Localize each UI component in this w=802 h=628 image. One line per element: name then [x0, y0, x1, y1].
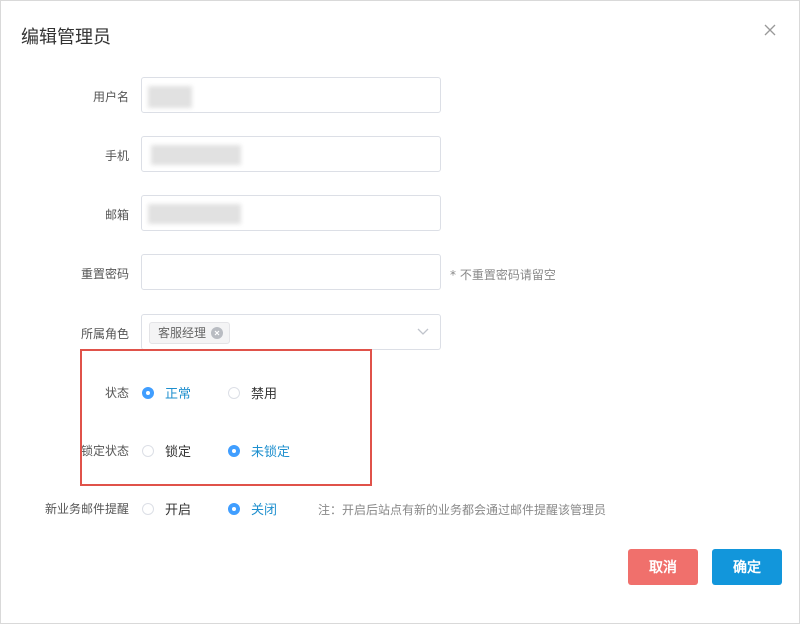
tag-remove-icon[interactable]	[211, 327, 224, 339]
edit-admin-dialog: 编辑管理员 用户名 手机 邮箱 重置密码 * 不重置密码请留空 所属角色 客服经…	[0, 0, 800, 624]
radio-checked-icon	[142, 386, 154, 399]
confirm-button[interactable]: 确定	[712, 549, 782, 585]
dialog-title: 编辑管理员	[21, 27, 111, 48]
lock-option-label: 未锁定	[251, 445, 291, 460]
phone-label: 手机	[104, 149, 129, 163]
reset-password-label: 重置密码	[80, 267, 129, 281]
redacted-username	[148, 86, 192, 108]
username-label: 用户名	[92, 90, 129, 104]
role-label: 所属角色	[80, 327, 129, 341]
status-label: 状态	[104, 386, 129, 400]
redacted-phone	[151, 145, 241, 165]
notify-option-on[interactable]: 开启	[142, 499, 191, 518]
status-option-label: 禁用	[251, 387, 278, 402]
radio-unchecked-icon	[142, 502, 154, 515]
status-option-normal[interactable]: 正常	[142, 383, 191, 402]
role-select[interactable]: 客服经理	[141, 314, 441, 350]
radio-checked-icon	[228, 444, 240, 457]
cancel-button[interactable]: 取消	[628, 549, 698, 585]
radio-checked-icon	[228, 502, 240, 515]
radio-unchecked-icon	[228, 386, 240, 399]
email-notify-label: 新业务邮件提醒	[44, 502, 129, 516]
role-tag: 客服经理	[149, 322, 231, 344]
radio-unchecked-icon	[142, 444, 154, 457]
reset-password-hint: * 不重置密码请留空	[450, 268, 556, 282]
close-icon[interactable]	[763, 23, 777, 37]
status-option-label: 正常	[165, 387, 192, 402]
lock-option-locked[interactable]: 锁定	[142, 441, 191, 460]
lock-option-label: 锁定	[165, 445, 192, 460]
notify-option-label: 开启	[165, 503, 192, 518]
close-button[interactable]	[763, 23, 783, 43]
notify-option-label: 关闭	[251, 503, 278, 518]
redacted-email	[148, 204, 241, 224]
lock-status-label: 锁定状态	[80, 444, 129, 458]
chevron-down-icon	[417, 328, 429, 335]
lock-option-unlocked[interactable]: 未锁定	[228, 441, 290, 460]
highlight-annotation-box	[80, 349, 372, 486]
notify-option-off[interactable]: 关闭	[228, 499, 277, 518]
email-notify-note: 注：开启后站点有新的业务都会通过邮件提醒该管理员	[318, 503, 607, 517]
role-tag-label: 客服经理	[158, 326, 207, 340]
status-option-disabled[interactable]: 禁用	[228, 383, 277, 402]
reset-password-input[interactable]	[141, 254, 441, 290]
email-label: 邮箱	[104, 208, 129, 222]
